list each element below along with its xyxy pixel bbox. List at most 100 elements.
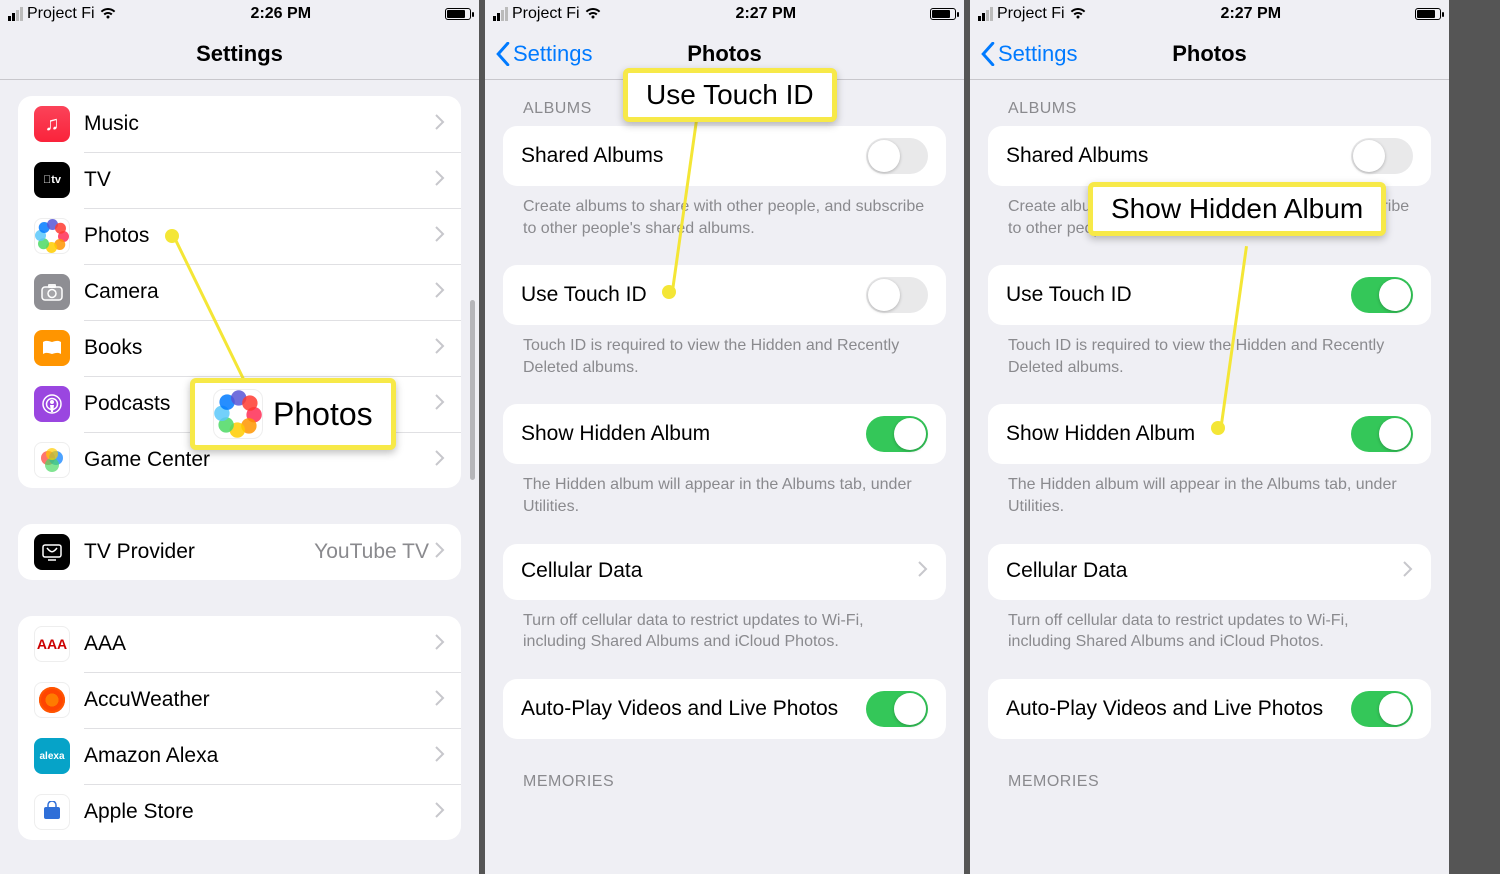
toggle-autoplay[interactable] bbox=[1351, 691, 1413, 727]
row-photos[interactable]: Photos bbox=[18, 208, 461, 264]
toggle-touch-id[interactable] bbox=[1351, 277, 1413, 313]
tv-icon: tv bbox=[34, 162, 70, 198]
note-shared-albums: Create albums to share with other people… bbox=[485, 186, 964, 239]
section-header-memories: MEMORIES bbox=[970, 739, 1449, 799]
row-cellular[interactable]: Cellular Data bbox=[503, 544, 946, 600]
row-label: Show Hidden Album bbox=[521, 421, 866, 447]
callout-show-hidden: Show Hidden Album bbox=[1088, 182, 1386, 236]
battery-icon bbox=[1415, 8, 1441, 20]
row-autoplay[interactable]: Auto-Play Videos and Live Photos bbox=[503, 679, 946, 739]
row-cellular[interactable]: Cellular Data bbox=[988, 544, 1431, 600]
back-label: Settings bbox=[513, 41, 593, 67]
wifi-icon bbox=[99, 6, 117, 23]
note-cellular: Turn off cellular data to restrict updat… bbox=[970, 600, 1449, 653]
screenshot-settings-root: Project Fi 2:26 PM Settings ♫ Music tv … bbox=[0, 0, 485, 874]
status-bar: Project Fi 2:27 PM bbox=[485, 0, 964, 28]
row-label: Game Center bbox=[84, 448, 435, 472]
chevron-right-icon bbox=[435, 542, 445, 563]
clock: 2:26 PM bbox=[251, 5, 311, 23]
group-shared-albums: Shared Albums bbox=[988, 126, 1431, 186]
carrier-label: Project Fi bbox=[997, 5, 1065, 23]
callout-label: Use Touch ID bbox=[646, 79, 814, 111]
row-applestore[interactable]: Apple Store bbox=[18, 784, 461, 840]
chevron-right-icon bbox=[435, 114, 445, 135]
chevron-right-icon bbox=[435, 226, 445, 247]
row-touch-id[interactable]: Use Touch ID bbox=[988, 265, 1431, 325]
row-label: Cellular Data bbox=[1006, 558, 1403, 584]
carrier-label: Project Fi bbox=[27, 5, 95, 23]
applestore-icon bbox=[34, 794, 70, 830]
callout-anchor-dot bbox=[165, 229, 179, 243]
signal-icon bbox=[493, 7, 508, 21]
camera-icon bbox=[34, 274, 70, 310]
toggle-shared-albums[interactable] bbox=[866, 138, 928, 174]
callout-touch-id: Use Touch ID bbox=[623, 68, 837, 122]
wifi-icon bbox=[1069, 6, 1087, 23]
row-label: Use Touch ID bbox=[1006, 282, 1351, 308]
toggle-shared-albums[interactable] bbox=[1351, 138, 1413, 174]
note-cellular: Turn off cellular data to restrict updat… bbox=[485, 600, 964, 653]
note-show-hidden: The Hidden album will appear in the Albu… bbox=[485, 464, 964, 517]
back-label: Settings bbox=[998, 41, 1078, 67]
row-music[interactable]: ♫ Music bbox=[18, 96, 461, 152]
toggle-touch-id[interactable] bbox=[866, 277, 928, 313]
note-show-hidden: The Hidden album will appear in the Albu… bbox=[970, 464, 1449, 517]
status-bar: Project Fi 2:27 PM bbox=[970, 0, 1449, 28]
chevron-right-icon bbox=[435, 746, 445, 767]
scrollbar[interactable] bbox=[470, 300, 475, 480]
callout-photos: Photos bbox=[190, 378, 396, 450]
group-show-hidden: Show Hidden Album bbox=[988, 404, 1431, 464]
alexa-icon: alexa bbox=[34, 738, 70, 774]
group-shared-albums: Shared Albums bbox=[503, 126, 946, 186]
settings-group-provider: TV Provider YouTube TV bbox=[18, 524, 461, 580]
accuweather-icon bbox=[34, 682, 70, 718]
signal-icon bbox=[8, 7, 23, 21]
note-touch-id: Touch ID is required to view the Hidden … bbox=[485, 325, 964, 378]
toggle-show-hidden[interactable] bbox=[1351, 416, 1413, 452]
row-tvprovider[interactable]: TV Provider YouTube TV bbox=[18, 524, 461, 580]
row-label: Shared Albums bbox=[1006, 143, 1351, 169]
row-label: Camera bbox=[84, 280, 435, 304]
row-label: Auto-Play Videos and Live Photos bbox=[1006, 696, 1351, 722]
row-label: Photos bbox=[84, 224, 435, 248]
row-tv[interactable]: tv TV bbox=[18, 152, 461, 208]
page-title: Photos bbox=[1172, 41, 1247, 67]
back-button[interactable]: Settings bbox=[980, 41, 1078, 67]
clock: 2:27 PM bbox=[1221, 5, 1281, 23]
group-touch-id: Use Touch ID bbox=[988, 265, 1431, 325]
row-label: Use Touch ID bbox=[521, 282, 866, 308]
music-icon: ♫ bbox=[34, 106, 70, 142]
row-accuweather[interactable]: AccuWeather bbox=[18, 672, 461, 728]
chevron-right-icon bbox=[435, 170, 445, 191]
back-button[interactable]: Settings bbox=[495, 41, 593, 67]
toggle-autoplay[interactable] bbox=[866, 691, 928, 727]
row-camera[interactable]: Camera bbox=[18, 264, 461, 320]
callout-anchor-dot bbox=[662, 285, 676, 299]
chevron-right-icon bbox=[435, 394, 445, 415]
row-label: Auto-Play Videos and Live Photos bbox=[521, 696, 866, 722]
row-touch-id[interactable]: Use Touch ID bbox=[503, 265, 946, 325]
row-aaa[interactable]: AAA AAA bbox=[18, 616, 461, 672]
row-autoplay[interactable]: Auto-Play Videos and Live Photos bbox=[988, 679, 1431, 739]
row-shared-albums[interactable]: Shared Albums bbox=[503, 126, 946, 186]
row-value: YouTube TV bbox=[314, 540, 429, 564]
chevron-right-icon bbox=[435, 690, 445, 711]
chevron-right-icon bbox=[918, 561, 928, 582]
chevron-right-icon bbox=[435, 282, 445, 303]
toggle-show-hidden[interactable] bbox=[866, 416, 928, 452]
row-shared-albums[interactable]: Shared Albums bbox=[988, 126, 1431, 186]
settings-group-apps: AAA AAA AccuWeather alexa Amazon Alexa A… bbox=[18, 616, 461, 840]
row-label: TV bbox=[84, 168, 435, 192]
gamecenter-icon bbox=[34, 442, 70, 478]
callout-label: Show Hidden Album bbox=[1111, 193, 1363, 225]
row-show-hidden[interactable]: Show Hidden Album bbox=[503, 404, 946, 464]
podcasts-icon bbox=[34, 386, 70, 422]
screenshot-photos-settings-2: Project Fi 2:27 PM Settings Photos ALBUM… bbox=[970, 0, 1455, 874]
group-cellular: Cellular Data bbox=[988, 544, 1431, 600]
nav-bar: Settings bbox=[0, 28, 479, 80]
row-show-hidden[interactable]: Show Hidden Album bbox=[988, 404, 1431, 464]
row-alexa[interactable]: alexa Amazon Alexa bbox=[18, 728, 461, 784]
chevron-right-icon bbox=[435, 802, 445, 823]
carrier-label: Project Fi bbox=[512, 5, 580, 23]
chevron-right-icon bbox=[435, 634, 445, 655]
